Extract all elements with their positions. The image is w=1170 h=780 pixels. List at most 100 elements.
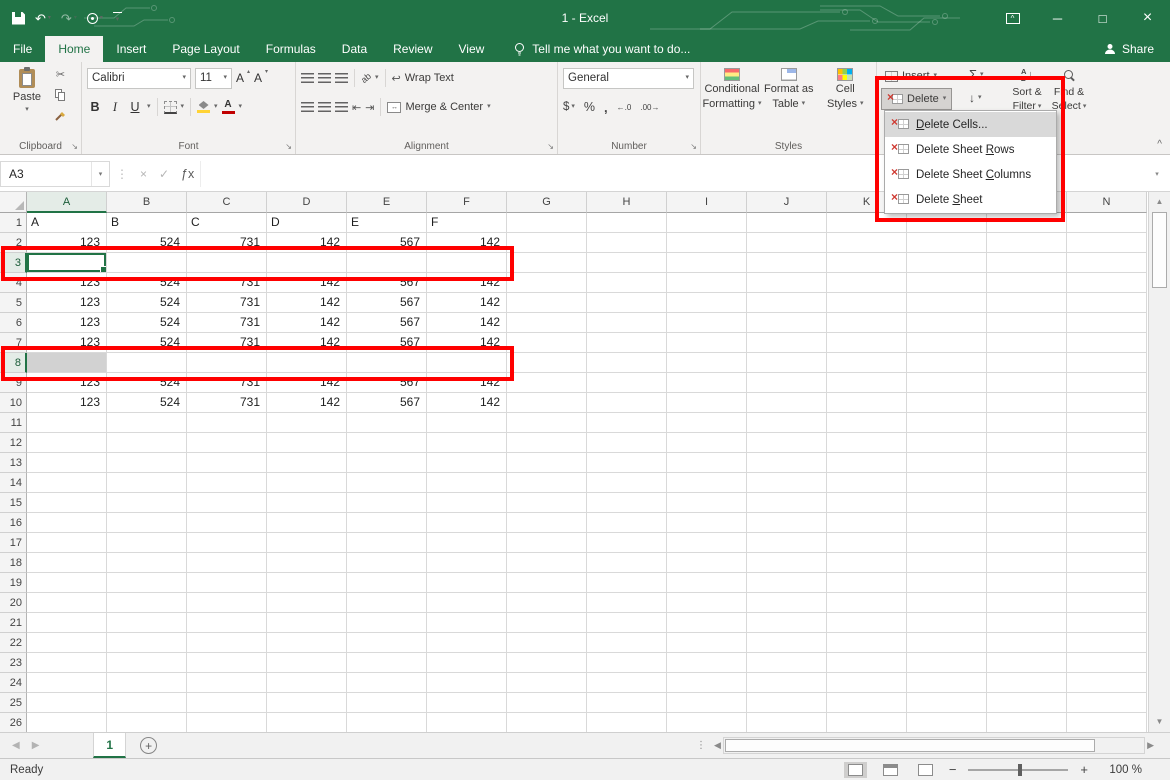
cell-D4[interactable]: 142	[267, 273, 347, 293]
align-bottom-icon[interactable]	[335, 73, 348, 83]
cell-F15[interactable]	[427, 493, 507, 513]
cell-G16[interactable]	[507, 513, 587, 533]
maximize-button[interactable]: □	[1080, 0, 1125, 36]
vertical-scrollbar[interactable]: ▲ ▼	[1148, 192, 1170, 732]
cell-I3[interactable]	[667, 253, 747, 273]
cell-L24[interactable]	[907, 673, 987, 693]
cell-G25[interactable]	[507, 693, 587, 713]
cell-M11[interactable]	[987, 413, 1067, 433]
cell-A3[interactable]	[27, 253, 107, 273]
copy-icon[interactable]	[55, 89, 66, 101]
save-button[interactable]	[12, 12, 25, 25]
accounting-format-button[interactable]: $▾	[563, 101, 575, 113]
cell-L7[interactable]	[907, 333, 987, 353]
cell-D17[interactable]	[267, 533, 347, 553]
cell-L12[interactable]	[907, 433, 987, 453]
cell-K2[interactable]	[827, 233, 907, 253]
cell-C15[interactable]	[187, 493, 267, 513]
cell-K3[interactable]	[827, 253, 907, 273]
row-header-12[interactable]: 12	[0, 433, 27, 453]
cell-M23[interactable]	[987, 653, 1067, 673]
cell-G21[interactable]	[507, 613, 587, 633]
cell-M1[interactable]	[987, 213, 1067, 233]
cell-L21[interactable]	[907, 613, 987, 633]
cell-F8[interactable]	[427, 353, 507, 373]
menu-item-delete-sheet-columns[interactable]: ×Delete Sheet Columns	[885, 162, 1056, 187]
cell-A17[interactable]	[27, 533, 107, 553]
cell-B2[interactable]: 524	[107, 233, 187, 253]
collapse-ribbon-icon[interactable]: ^	[1157, 139, 1162, 150]
align-top-icon[interactable]	[301, 73, 314, 83]
cell-J11[interactable]	[747, 413, 827, 433]
cell-C2[interactable]: 731	[187, 233, 267, 253]
row-header-15[interactable]: 15	[0, 493, 27, 513]
cell-D21[interactable]	[267, 613, 347, 633]
cell-K14[interactable]	[827, 473, 907, 493]
touch-mode-button[interactable]: ▾	[87, 13, 103, 24]
cell-J21[interactable]	[747, 613, 827, 633]
underline-button[interactable]: U	[127, 100, 143, 114]
cell-I18[interactable]	[667, 553, 747, 573]
merge-center-button[interactable]: ↔ Merge & Center ▾	[387, 101, 490, 113]
tab-review[interactable]: Review	[380, 36, 445, 62]
cell-H21[interactable]	[587, 613, 667, 633]
cell-K12[interactable]	[827, 433, 907, 453]
cell-J26[interactable]	[747, 713, 827, 732]
vertical-scrollbar-thumb[interactable]	[1152, 212, 1167, 288]
previous-sheet-icon[interactable]: ◀	[12, 740, 20, 751]
cell-H13[interactable]	[587, 453, 667, 473]
tell-me-box[interactable]: Tell me what you want to do...	[513, 36, 690, 62]
cell-H18[interactable]	[587, 553, 667, 573]
cell-H3[interactable]	[587, 253, 667, 273]
cell-H15[interactable]	[587, 493, 667, 513]
cell-C5[interactable]: 731	[187, 293, 267, 313]
cell-M13[interactable]	[987, 453, 1067, 473]
cell-M8[interactable]	[987, 353, 1067, 373]
tab-view[interactable]: View	[446, 36, 498, 62]
cell-N1[interactable]	[1067, 213, 1147, 233]
cell-L18[interactable]	[907, 553, 987, 573]
cell-E5[interactable]: 567	[347, 293, 427, 313]
cell-J16[interactable]	[747, 513, 827, 533]
conditional-formatting-button[interactable]: Conditional Formatting▾	[704, 66, 760, 132]
tab-home[interactable]: Home	[45, 36, 103, 62]
cell-L2[interactable]	[907, 233, 987, 253]
cell-E24[interactable]	[347, 673, 427, 693]
cell-C24[interactable]	[187, 673, 267, 693]
cell-A9[interactable]: 123	[27, 373, 107, 393]
cell-G20[interactable]	[507, 593, 587, 613]
cell-A20[interactable]	[27, 593, 107, 613]
cell-N21[interactable]	[1067, 613, 1147, 633]
align-left-icon[interactable]	[301, 102, 314, 112]
cell-L19[interactable]	[907, 573, 987, 593]
cell-K21[interactable]	[827, 613, 907, 633]
align-middle-icon[interactable]	[318, 73, 331, 83]
cell-N10[interactable]	[1067, 393, 1147, 413]
cell-D5[interactable]: 142	[267, 293, 347, 313]
cell-H25[interactable]	[587, 693, 667, 713]
row-header-4[interactable]: 4	[0, 273, 27, 293]
cell-I19[interactable]	[667, 573, 747, 593]
cell-F18[interactable]	[427, 553, 507, 573]
cell-D3[interactable]	[267, 253, 347, 273]
cell-B6[interactable]: 524	[107, 313, 187, 333]
column-header-A[interactable]: A	[27, 192, 107, 213]
cell-B13[interactable]	[107, 453, 187, 473]
cell-G12[interactable]	[507, 433, 587, 453]
cell-G11[interactable]	[507, 413, 587, 433]
cell-L25[interactable]	[907, 693, 987, 713]
cell-A25[interactable]	[27, 693, 107, 713]
comma-style-icon[interactable]: ,	[604, 100, 608, 115]
cell-D16[interactable]	[267, 513, 347, 533]
cell-N5[interactable]	[1067, 293, 1147, 313]
cell-E16[interactable]	[347, 513, 427, 533]
cell-H22[interactable]	[587, 633, 667, 653]
cell-L5[interactable]	[907, 293, 987, 313]
cell-F22[interactable]	[427, 633, 507, 653]
cell-D12[interactable]	[267, 433, 347, 453]
horizontal-scrollbar-thumb[interactable]	[725, 739, 1095, 752]
cell-K9[interactable]	[827, 373, 907, 393]
cell-I17[interactable]	[667, 533, 747, 553]
cell-E17[interactable]	[347, 533, 427, 553]
cell-J12[interactable]	[747, 433, 827, 453]
